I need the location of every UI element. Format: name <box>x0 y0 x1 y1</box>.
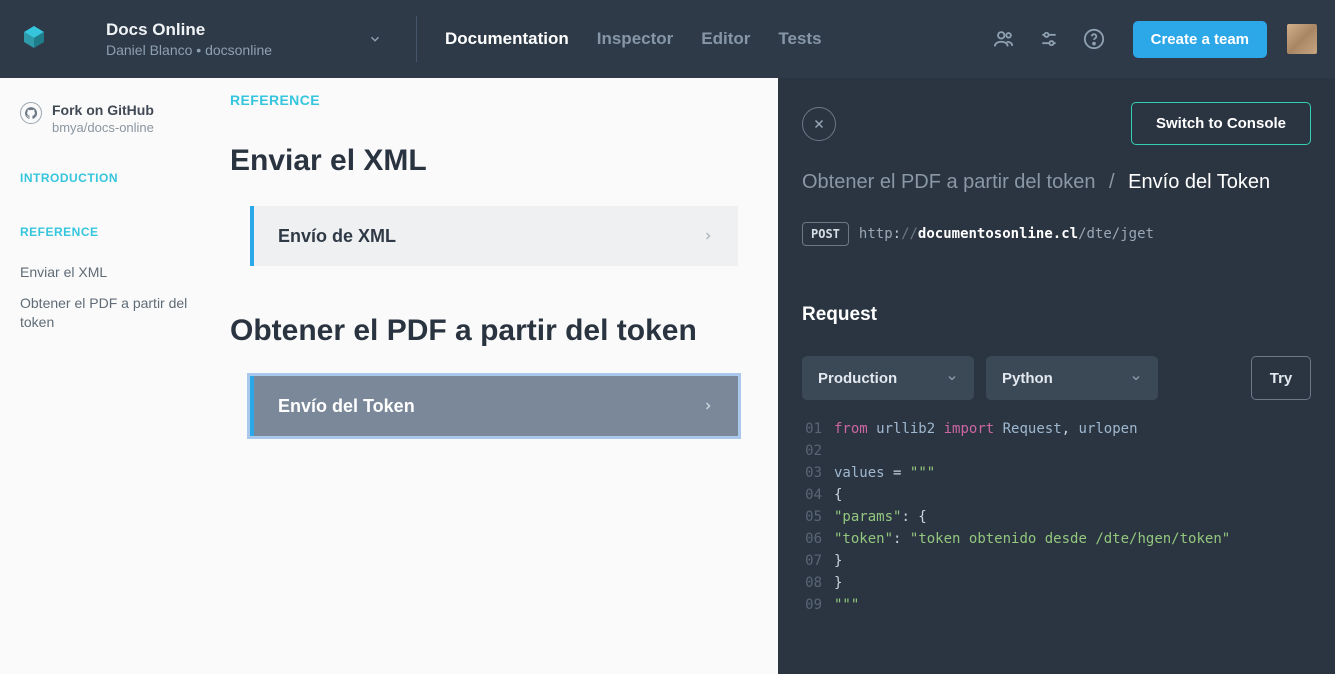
sidebar-heading-intro: INTRODUCTION <box>20 171 190 185</box>
switch-console-button[interactable]: Switch to Console <box>1131 102 1311 145</box>
breadcrumb-current: Envío del Token <box>1128 171 1270 193</box>
try-button[interactable]: Try <box>1251 356 1311 400</box>
sidebar-item-obtener-pdf[interactable]: Obtener el PDF a partir del token <box>20 288 190 338</box>
nav-documentation[interactable]: Documentation <box>445 29 569 49</box>
nav-inspector[interactable]: Inspector <box>597 29 674 49</box>
help-icon[interactable] <box>1083 28 1105 50</box>
project-subtitle: Daniel Blanco • docsonline <box>106 42 272 60</box>
section-heading-obtener-pdf: Obtener el PDF a partir del token <box>230 314 738 348</box>
doc-reference-label: REFERENCE <box>230 92 738 108</box>
close-button[interactable] <box>802 107 836 141</box>
breadcrumb: Obtener el PDF a partir del token / Enví… <box>802 171 1311 194</box>
github-title: Fork on GitHub <box>52 102 154 118</box>
chevron-down-icon <box>946 372 958 384</box>
language-select[interactable]: Python <box>986 356 1158 400</box>
endpoint-card-label: Envío de XML <box>278 226 396 247</box>
section-heading-enviar-xml: Enviar el XML <box>230 144 738 178</box>
environment-select[interactable]: Production <box>802 356 974 400</box>
sidebar-heading-reference: REFERENCE <box>20 225 190 239</box>
project-title: Docs Online <box>106 19 272 40</box>
chevron-down-icon <box>1130 372 1142 384</box>
github-icon <box>20 102 42 124</box>
chevron-right-icon <box>702 398 714 414</box>
code-sample: 01from urllib2 import Request, urlopen02… <box>802 418 1311 624</box>
http-method-badge: POST <box>802 222 849 246</box>
github-link[interactable]: Fork on GitHub bmya/docs-online <box>20 102 190 135</box>
top-nav: Documentation Inspector Editor Tests <box>445 29 822 49</box>
chevron-right-icon <box>702 228 714 244</box>
endpoint-card-envio-xml[interactable]: Envío de XML <box>250 206 738 266</box>
create-team-button[interactable]: Create a team <box>1133 21 1267 58</box>
avatar[interactable] <box>1287 24 1317 54</box>
settings-icon[interactable] <box>1039 29 1059 49</box>
nav-tests[interactable]: Tests <box>778 29 821 49</box>
project-switcher[interactable] <box>362 26 388 52</box>
nav-editor[interactable]: Editor <box>701 29 750 49</box>
github-repo: bmya/docs-online <box>52 120 154 135</box>
breadcrumb-parent[interactable]: Obtener el PDF a partir del token <box>802 171 1095 193</box>
request-heading: Request <box>802 304 1311 326</box>
team-icon[interactable] <box>993 28 1015 50</box>
sidebar-item-enviar-xml[interactable]: Enviar el XML <box>20 257 190 288</box>
app-logo[interactable] <box>14 19 54 59</box>
endpoint-url: http://documentosonline.cl/dte/jget <box>859 226 1154 242</box>
divider <box>416 16 417 62</box>
endpoint-card-label: Envío del Token <box>278 396 415 417</box>
endpoint-card-envio-token[interactable]: Envío del Token <box>250 376 738 436</box>
